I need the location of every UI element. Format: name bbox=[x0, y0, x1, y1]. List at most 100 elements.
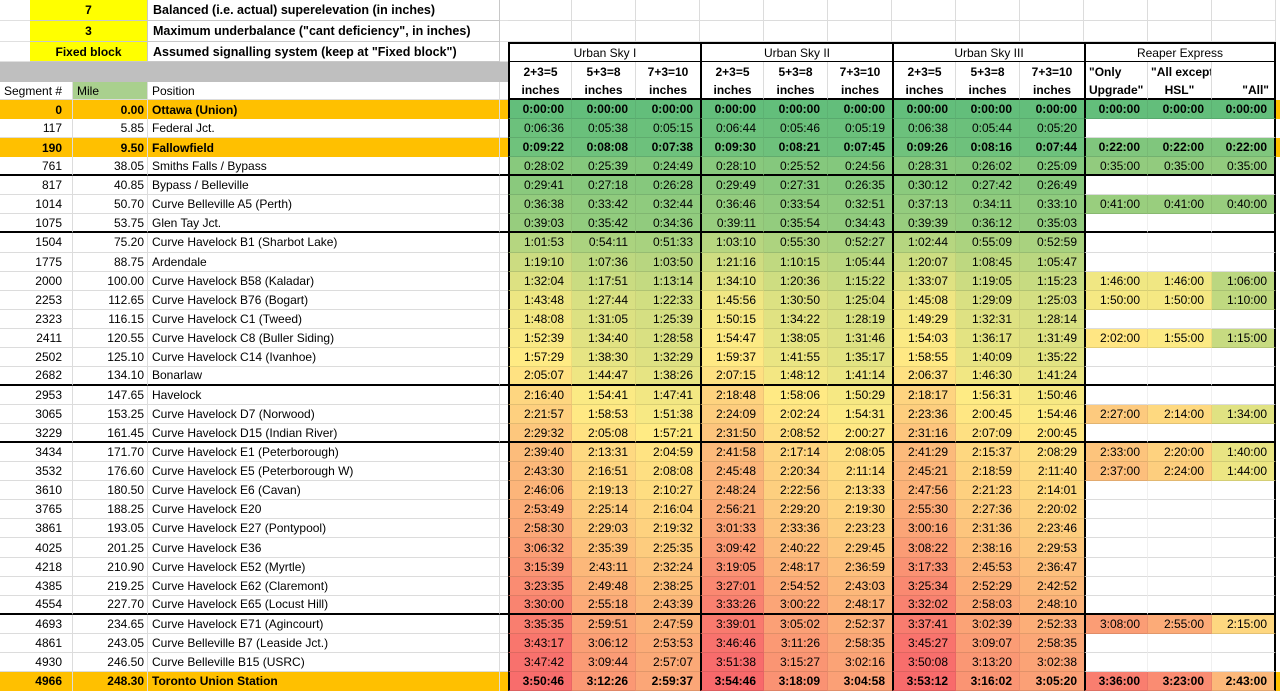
time-cell[interactable]: 0:07:45 bbox=[828, 138, 892, 157]
position-cell[interactable]: Fallowfield bbox=[148, 138, 500, 157]
time-cell[interactable]: 2:52:37 bbox=[828, 615, 892, 634]
time-cell[interactable]: 2:58:03 bbox=[956, 596, 1020, 615]
reaper-time-cell[interactable]: 0:22:00 bbox=[1148, 138, 1212, 157]
time-cell[interactable]: 2:22:56 bbox=[764, 481, 828, 500]
position-cell[interactable]: Curve Havelock B76 (Bogart) bbox=[148, 291, 500, 310]
mile-cell[interactable]: 243.05 bbox=[73, 634, 148, 653]
time-cell[interactable]: 0:09:22 bbox=[508, 138, 572, 157]
time-cell[interactable]: 1:34:10 bbox=[700, 272, 764, 291]
time-cell[interactable]: 2:40:22 bbox=[764, 538, 828, 557]
time-cell[interactable]: 2:00:45 bbox=[1020, 424, 1084, 443]
time-cell[interactable]: 0:36:46 bbox=[700, 195, 764, 214]
time-cell[interactable]: 2:36:47 bbox=[1020, 558, 1084, 577]
time-cell[interactable]: 1:22:33 bbox=[636, 291, 700, 310]
time-cell[interactable]: 2:59:51 bbox=[572, 615, 636, 634]
segment-cell[interactable]: 2953 bbox=[0, 386, 73, 405]
blank-cell[interactable] bbox=[1084, 500, 1148, 519]
time-cell[interactable]: 1:44:47 bbox=[572, 367, 636, 386]
mile-cell[interactable]: 125.10 bbox=[73, 348, 148, 367]
time-cell[interactable]: 2:53:49 bbox=[508, 500, 572, 519]
time-cell[interactable]: 0:00:00 bbox=[828, 100, 892, 119]
time-cell[interactable]: 3:47:42 bbox=[508, 653, 572, 672]
time-cell[interactable]: 2:18:17 bbox=[892, 386, 956, 405]
position-cell[interactable]: Toronto Union Station bbox=[148, 672, 500, 691]
time-cell[interactable]: 2:43:39 bbox=[636, 596, 700, 615]
time-cell[interactable]: 3:25:34 bbox=[892, 577, 956, 596]
time-cell[interactable]: 1:49:29 bbox=[892, 310, 956, 329]
time-cell[interactable]: 3:05:20 bbox=[1020, 672, 1084, 691]
time-cell[interactable]: 2:29:20 bbox=[764, 500, 828, 519]
time-cell[interactable]: 2:11:40 bbox=[1020, 462, 1084, 481]
time-cell[interactable]: 1:25:04 bbox=[828, 291, 892, 310]
time-cell[interactable]: 0:54:11 bbox=[572, 233, 636, 252]
blank-cell[interactable] bbox=[1148, 214, 1212, 233]
time-cell[interactable]: 2:36:59 bbox=[828, 558, 892, 577]
time-cell[interactable]: 2:46:06 bbox=[508, 481, 572, 500]
time-cell[interactable]: 2:48:17 bbox=[764, 558, 828, 577]
time-cell[interactable]: 2:42:52 bbox=[1020, 577, 1084, 596]
reaper-time-cell[interactable]: 0:00:00 bbox=[1084, 100, 1148, 119]
time-cell[interactable]: 2:27:36 bbox=[956, 500, 1020, 519]
reaper-time-cell[interactable]: 1:46:00 bbox=[1084, 272, 1148, 291]
mile-cell[interactable]: 161.45 bbox=[73, 424, 148, 443]
position-cell[interactable]: Curve Havelock B58 (Kaladar) bbox=[148, 272, 500, 291]
time-cell[interactable]: 2:23:23 bbox=[828, 519, 892, 538]
position-cell[interactable]: Ardendale bbox=[148, 253, 500, 272]
time-cell[interactable]: 0:05:38 bbox=[572, 119, 636, 138]
time-cell[interactable]: 3:27:01 bbox=[700, 577, 764, 596]
segment-cell[interactable]: 4693 bbox=[0, 615, 73, 634]
time-cell[interactable]: 3:46:46 bbox=[700, 634, 764, 653]
blank-cell[interactable] bbox=[1084, 538, 1148, 557]
time-cell[interactable]: 2:43:30 bbox=[508, 462, 572, 481]
time-cell[interactable]: 2:17:14 bbox=[764, 443, 828, 462]
segment-cell[interactable]: 190 bbox=[0, 138, 73, 157]
position-cell[interactable]: Curve Havelock E27 (Pontypool) bbox=[148, 519, 500, 538]
time-cell[interactable]: 0:00:00 bbox=[636, 100, 700, 119]
time-cell[interactable]: 1:20:07 bbox=[892, 253, 956, 272]
mile-cell[interactable]: 227.70 bbox=[73, 596, 148, 615]
time-cell[interactable]: 1:07:36 bbox=[572, 253, 636, 272]
time-cell[interactable]: 3:54:46 bbox=[700, 672, 764, 691]
blank-cell[interactable] bbox=[1084, 634, 1148, 653]
time-cell[interactable]: 1:47:41 bbox=[636, 386, 700, 405]
time-cell[interactable]: 0:05:19 bbox=[828, 119, 892, 138]
time-cell[interactable]: 2:41:29 bbox=[892, 443, 956, 462]
blank-cell[interactable] bbox=[1084, 596, 1148, 615]
position-cell[interactable]: Curve Belleville B15 (USRC) bbox=[148, 653, 500, 672]
time-cell[interactable]: 1:35:22 bbox=[1020, 348, 1084, 367]
time-cell[interactable]: 2:08:08 bbox=[636, 462, 700, 481]
position-cell[interactable]: Bypass / Belleville bbox=[148, 176, 500, 195]
position-cell[interactable]: Curve Havelock E65 (Locust Hill) bbox=[148, 596, 500, 615]
time-cell[interactable]: 2:58:30 bbox=[508, 519, 572, 538]
blank-cell[interactable] bbox=[1148, 481, 1212, 500]
blank-cell[interactable] bbox=[1148, 653, 1212, 672]
time-cell[interactable]: 2:58:35 bbox=[1020, 634, 1084, 653]
time-cell[interactable]: 0:27:31 bbox=[764, 176, 828, 195]
time-cell[interactable]: 0:34:11 bbox=[956, 195, 1020, 214]
position-cell[interactable]: Curve Havelock C8 (Buller Siding) bbox=[148, 329, 500, 348]
time-cell[interactable]: 3:35:35 bbox=[508, 615, 572, 634]
time-cell[interactable]: 2:16:04 bbox=[636, 500, 700, 519]
time-cell[interactable]: 1:31:05 bbox=[572, 310, 636, 329]
blank-cell[interactable] bbox=[1148, 367, 1212, 386]
time-cell[interactable]: 0:36:12 bbox=[956, 214, 1020, 233]
time-cell[interactable]: 2:48:24 bbox=[700, 481, 764, 500]
mile-cell[interactable]: 100.00 bbox=[73, 272, 148, 291]
time-cell[interactable]: 1:08:45 bbox=[956, 253, 1020, 272]
time-cell[interactable]: 0:08:21 bbox=[764, 138, 828, 157]
time-cell[interactable]: 1:41:14 bbox=[828, 367, 892, 386]
time-cell[interactable]: 3:23:35 bbox=[508, 577, 572, 596]
blank-cell[interactable] bbox=[1212, 538, 1276, 557]
time-cell[interactable]: 0:07:44 bbox=[1020, 138, 1084, 157]
segment-cell[interactable]: 2253 bbox=[0, 291, 73, 310]
time-cell[interactable]: 0:55:09 bbox=[956, 233, 1020, 252]
time-cell[interactable]: 1:35:17 bbox=[828, 348, 892, 367]
time-cell[interactable]: 0:00:00 bbox=[764, 100, 828, 119]
time-cell[interactable]: 2:19:30 bbox=[828, 500, 892, 519]
time-cell[interactable]: 2:16:51 bbox=[572, 462, 636, 481]
blank-cell[interactable] bbox=[1148, 538, 1212, 557]
time-cell[interactable]: 1:34:22 bbox=[764, 310, 828, 329]
position-cell[interactable]: Curve Havelock E71 (Agincourt) bbox=[148, 615, 500, 634]
time-cell[interactable]: 1:32:04 bbox=[508, 272, 572, 291]
time-cell[interactable]: 0:06:38 bbox=[892, 119, 956, 138]
